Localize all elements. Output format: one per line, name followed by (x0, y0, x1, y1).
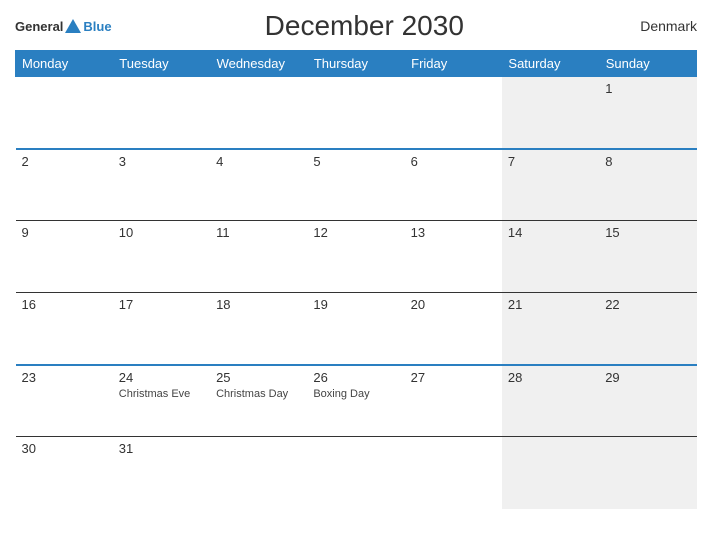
calendar-cell: 26 Boxing Day (307, 365, 404, 437)
cell-date-number: 12 (313, 225, 398, 240)
calendar-cell: 21 (502, 293, 599, 365)
calendar-week-row: 9 10 11 12 13 14 15 (16, 221, 697, 293)
cell-date-number: 4 (216, 154, 301, 169)
cell-date-number: 8 (605, 154, 690, 169)
country-label: Denmark (617, 18, 697, 34)
calendar-cell: 20 (405, 293, 502, 365)
calendar-cell: 29 (599, 365, 696, 437)
calendar-cell: 16 (16, 293, 113, 365)
calendar-week-row: 2345678 (16, 149, 697, 221)
calendar-container: General Blue December 2030 Denmark Monda… (0, 0, 712, 550)
cell-date-number: 14 (508, 225, 593, 240)
calendar-cell (405, 437, 502, 509)
cell-date-number: 29 (605, 370, 690, 385)
calendar-cell (405, 77, 502, 149)
calendar-week-row: 30 31 (16, 437, 697, 509)
calendar-cell: 28 (502, 365, 599, 437)
header-thursday: Thursday (307, 51, 404, 77)
cell-date-number: 15 (605, 225, 690, 240)
header-tuesday: Tuesday (113, 51, 210, 77)
cell-event-label: Christmas Day (216, 387, 301, 401)
cell-event-label: Christmas Eve (119, 387, 204, 401)
header-friday: Friday (405, 51, 502, 77)
logo-blue-text: Blue (83, 19, 111, 34)
calendar-cell: 3 (113, 149, 210, 221)
cell-date-number: 1 (605, 81, 690, 96)
cell-date-number: 17 (119, 297, 204, 312)
calendar-cell (210, 437, 307, 509)
cell-date-number: 11 (216, 225, 301, 240)
calendar-week-row: 1 (16, 77, 697, 149)
cell-date-number: 22 (605, 297, 690, 312)
cell-date-number: 23 (22, 370, 107, 385)
calendar-cell (502, 437, 599, 509)
calendar-cell (502, 77, 599, 149)
cell-date-number: 3 (119, 154, 204, 169)
calendar-cell: 15 (599, 221, 696, 293)
logo-triangle-icon (65, 19, 81, 33)
calendar-cell: 10 (113, 221, 210, 293)
calendar-cell: 27 (405, 365, 502, 437)
calendar-cell: 11 (210, 221, 307, 293)
calendar-table: Monday Tuesday Wednesday Thursday Friday… (15, 50, 697, 509)
cell-date-number: 25 (216, 370, 301, 385)
calendar-cell: 22 (599, 293, 696, 365)
calendar-cell: 9 (16, 221, 113, 293)
calendar-cell: 24 Christmas Eve (113, 365, 210, 437)
cell-date-number: 7 (508, 154, 593, 169)
header-wednesday: Wednesday (210, 51, 307, 77)
header-sunday: Sunday (599, 51, 696, 77)
logo-general-text: General (15, 19, 63, 34)
cell-date-number: 31 (119, 441, 204, 456)
cell-date-number: 20 (411, 297, 496, 312)
calendar-cell (599, 437, 696, 509)
cell-event-label: Boxing Day (313, 387, 398, 401)
calendar-cell (307, 77, 404, 149)
calendar-cell: 31 (113, 437, 210, 509)
cell-date-number: 9 (22, 225, 107, 240)
cell-date-number: 10 (119, 225, 204, 240)
calendar-cell: 14 (502, 221, 599, 293)
calendar-cell (307, 437, 404, 509)
cell-date-number: 6 (411, 154, 496, 169)
calendar-cell: 8 (599, 149, 696, 221)
header-monday: Monday (16, 51, 113, 77)
calendar-cell: 19 (307, 293, 404, 365)
weekday-header-row: Monday Tuesday Wednesday Thursday Friday… (16, 51, 697, 77)
cell-date-number: 30 (22, 441, 107, 456)
calendar-cell (210, 77, 307, 149)
cell-date-number: 16 (22, 297, 107, 312)
cell-date-number: 21 (508, 297, 593, 312)
cell-date-number: 18 (216, 297, 301, 312)
calendar-title: December 2030 (112, 10, 617, 42)
calendar-cell: 17 (113, 293, 210, 365)
calendar-cell (16, 77, 113, 149)
cell-date-number: 13 (411, 225, 496, 240)
calendar-cell: 5 (307, 149, 404, 221)
calendar-header: General Blue December 2030 Denmark (15, 10, 697, 42)
calendar-cell: 23 (16, 365, 113, 437)
calendar-cell: 1 (599, 77, 696, 149)
calendar-cell: 2 (16, 149, 113, 221)
calendar-cell: 25 Christmas Day (210, 365, 307, 437)
calendar-cell: 6 (405, 149, 502, 221)
cell-date-number: 27 (411, 370, 496, 385)
calendar-week-row: 16 17 18 19 20 21 22 (16, 293, 697, 365)
calendar-week-row: 23 24 Christmas Eve 25 Christmas Day 26 Boxing… (16, 365, 697, 437)
calendar-cell: 18 (210, 293, 307, 365)
header-saturday: Saturday (502, 51, 599, 77)
cell-date-number: 2 (22, 154, 107, 169)
calendar-cell: 7 (502, 149, 599, 221)
cell-date-number: 19 (313, 297, 398, 312)
calendar-cell: 13 (405, 221, 502, 293)
calendar-cell (113, 77, 210, 149)
calendar-cell: 12 (307, 221, 404, 293)
cell-date-number: 5 (313, 154, 398, 169)
cell-date-number: 28 (508, 370, 593, 385)
cell-date-number: 26 (313, 370, 398, 385)
logo: General Blue (15, 19, 112, 34)
cell-date-number: 24 (119, 370, 204, 385)
calendar-cell: 4 (210, 149, 307, 221)
calendar-cell: 30 (16, 437, 113, 509)
